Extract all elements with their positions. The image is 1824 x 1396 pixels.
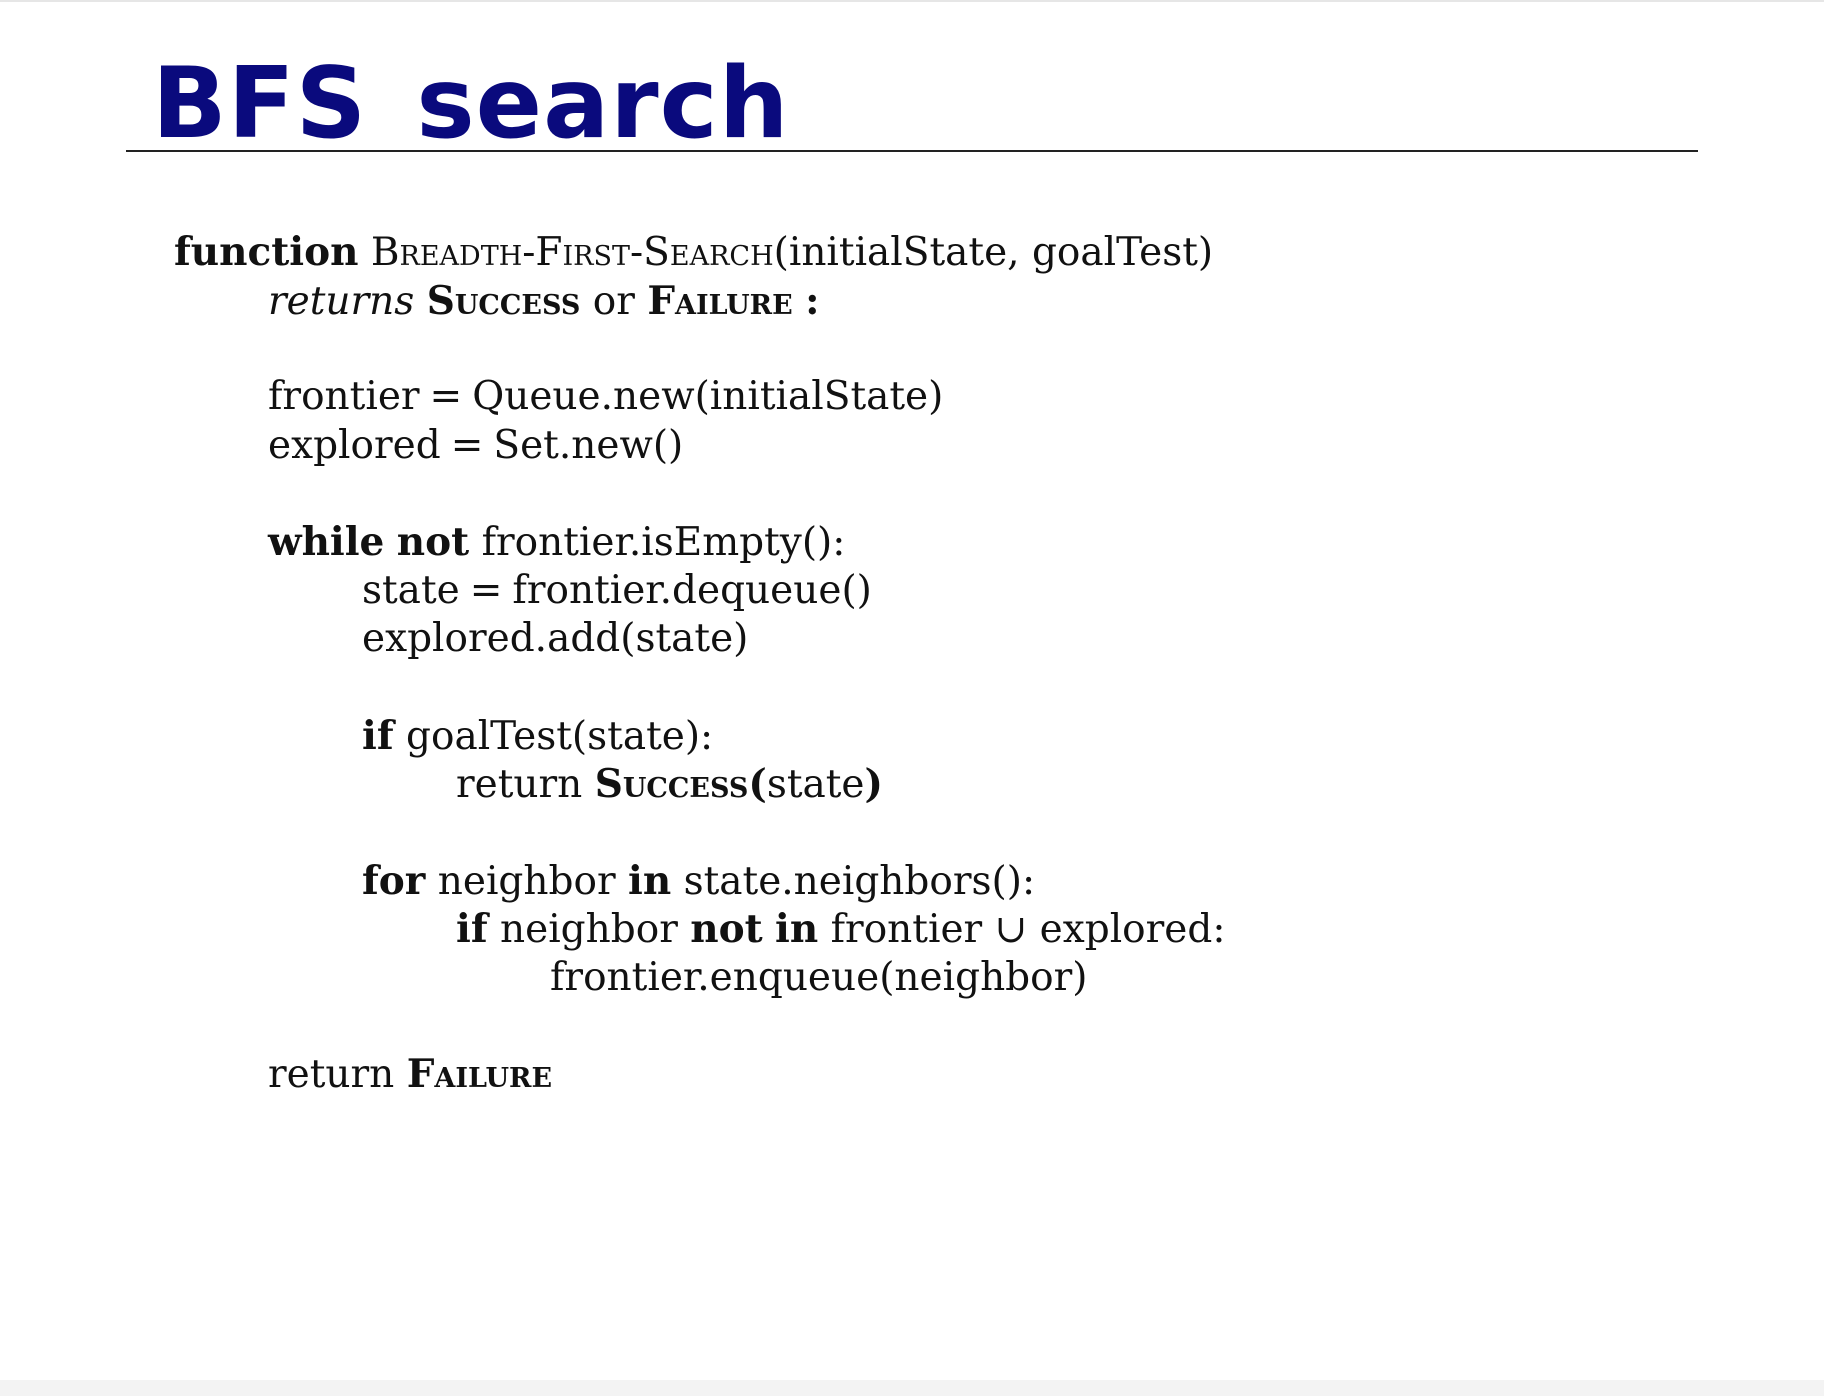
keyword-not: not bbox=[396, 519, 470, 565]
equals-sign: = bbox=[429, 374, 463, 419]
success-close-paren: ) bbox=[864, 761, 883, 807]
variable-neighbor: neighbor bbox=[437, 858, 616, 904]
pseudocode-line-while: while not frontier.isEmpty(): bbox=[174, 518, 1226, 567]
keyword-while: while bbox=[268, 519, 385, 565]
keyword-returns: returns bbox=[268, 278, 415, 324]
failure-label: Failure bbox=[406, 1051, 553, 1097]
variable-explored: explored bbox=[268, 422, 441, 468]
set-new-call: Set.new() bbox=[493, 422, 684, 468]
title-divider bbox=[126, 150, 1698, 152]
function-params: (initialState, goalTest) bbox=[773, 230, 1214, 275]
queue-new-call: Queue.new(initialState) bbox=[472, 374, 944, 419]
pseudocode-line-frontier-init: frontier = Queue.new(initialState) bbox=[174, 373, 1226, 422]
function-name: Breadth-First-Search bbox=[370, 230, 774, 275]
failure-label: Failure bbox=[647, 277, 793, 324]
pseudocode-line-enqueue: frontier.enqueue(neighbor) bbox=[174, 954, 1226, 1003]
return-text: return bbox=[456, 762, 583, 807]
variable-state: state bbox=[362, 567, 460, 613]
bottom-band bbox=[0, 1380, 1824, 1396]
neighbors-call: state.neighbors(): bbox=[683, 858, 1036, 904]
pseudocode-line-return-success: return Success(state) bbox=[174, 760, 1226, 809]
pseudocode-line-explored-init: explored = Set.new() bbox=[174, 422, 1226, 471]
enqueue-call: frontier.enqueue(neighbor) bbox=[550, 954, 1088, 1000]
pseudocode-line-goal-test: if goalTest(state): bbox=[174, 712, 1226, 761]
while-condition: frontier.isEmpty(): bbox=[481, 520, 846, 565]
pseudocode-line-return-failure: return Failure bbox=[174, 1050, 1226, 1099]
returns-colon: : bbox=[805, 277, 820, 324]
slide: BFS search function Breadth-First-Search… bbox=[0, 0, 1824, 1396]
keyword-if: if bbox=[362, 712, 394, 759]
success-label: Success bbox=[426, 277, 581, 324]
dequeue-call: frontier.dequeue() bbox=[512, 567, 872, 613]
pseudocode-block: function Breadth-First-Search(initialSta… bbox=[174, 228, 1226, 1099]
pseudocode-line-explored-add: explored.add(state) bbox=[174, 615, 1226, 664]
return-text: return bbox=[268, 1052, 395, 1097]
pseudocode-line-returns: returns Success or Failure : bbox=[174, 277, 1226, 326]
variable-frontier: frontier bbox=[268, 374, 420, 419]
keyword-for: for bbox=[362, 857, 426, 904]
variable-frontier: frontier bbox=[830, 907, 983, 952]
slide-title: BFS search bbox=[152, 47, 790, 161]
pseudocode-line-dequeue: state = frontier.dequeue() bbox=[174, 567, 1226, 616]
keyword-in: in bbox=[628, 857, 672, 904]
explored-add-call: explored.add(state) bbox=[362, 616, 749, 661]
or-text: or bbox=[592, 278, 635, 324]
pseudocode-line-for: for neighbor in state.neighbors(): bbox=[174, 857, 1226, 906]
variable-explored: explored: bbox=[1039, 907, 1226, 952]
keyword-in: in bbox=[775, 906, 819, 952]
equals-sign: = bbox=[469, 567, 503, 613]
keyword-not: not bbox=[690, 906, 763, 952]
union-symbol: ∪ bbox=[994, 907, 1028, 952]
keyword-if: if bbox=[456, 906, 488, 952]
keyword-function: function bbox=[174, 229, 359, 275]
success-call: Success( bbox=[594, 761, 767, 807]
variable-neighbor: neighbor bbox=[500, 907, 678, 952]
goal-test-call: goalTest(state): bbox=[406, 713, 714, 759]
equals-sign: = bbox=[450, 422, 484, 468]
pseudocode-line-membership-check: if neighbor not in frontier ∪ explored: bbox=[174, 905, 1226, 954]
pseudocode-line-signature: function Breadth-First-Search(initialSta… bbox=[174, 228, 1226, 277]
success-arg: state bbox=[766, 762, 865, 807]
